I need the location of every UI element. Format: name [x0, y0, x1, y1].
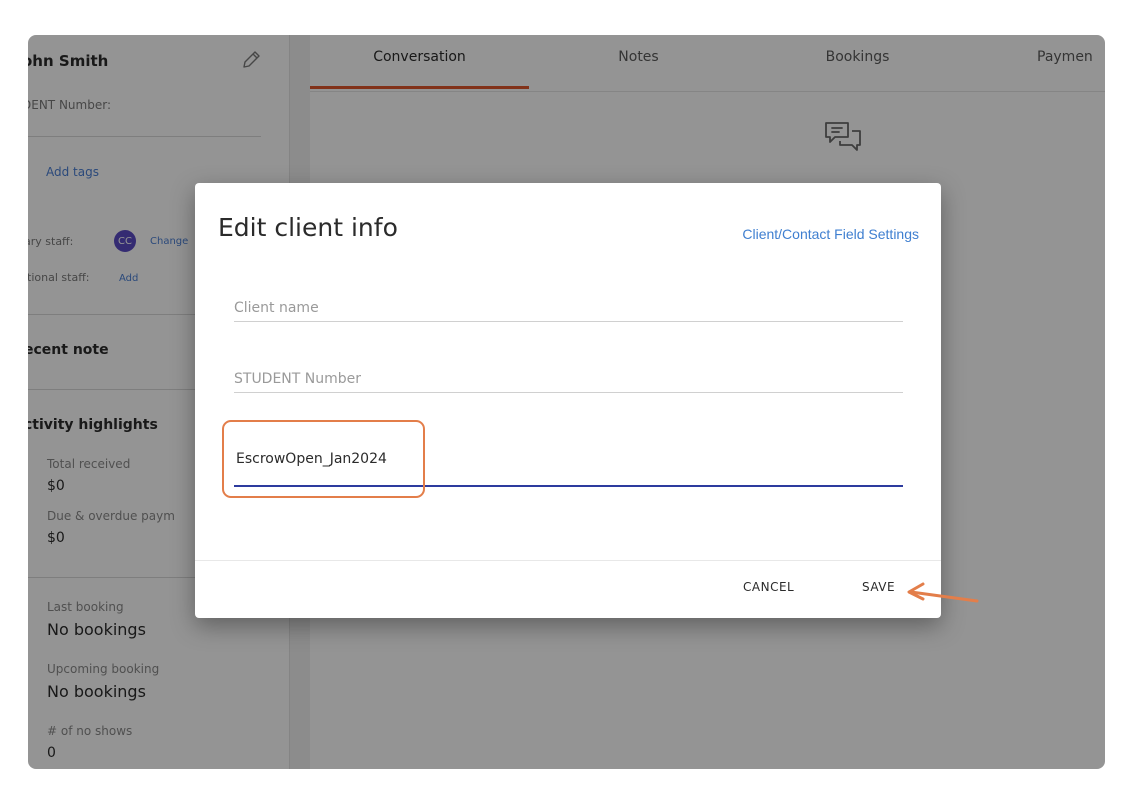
dialog-footer-divider [195, 560, 941, 561]
client-contact-field-settings-link[interactable]: Client/Contact Field Settings [742, 226, 919, 242]
field-underline [234, 321, 903, 322]
cancel-button[interactable]: CANCEL [743, 580, 794, 594]
student-number-placeholder: STUDENT Number [234, 371, 362, 387]
highlight-annotation [222, 420, 425, 498]
client-name-field[interactable]: Client name [234, 299, 903, 323]
edit-client-dialog: Edit client info Client/Contact Field Se… [195, 183, 941, 618]
dialog-title: Edit client info [218, 213, 398, 242]
save-button[interactable]: SAVE [862, 580, 895, 594]
arrow-annotation-icon [903, 580, 983, 610]
client-name-placeholder: Client name [234, 300, 319, 316]
student-number-field[interactable]: STUDENT Number [234, 370, 903, 394]
field-underline [234, 392, 903, 393]
